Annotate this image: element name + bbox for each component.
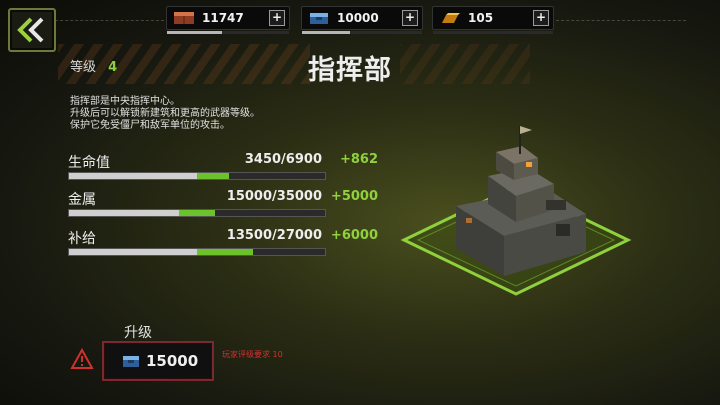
stat-gain: +6000 — [330, 228, 378, 243]
stat-metal: 金属 15000/35000 +5000 — [68, 189, 378, 217]
description-line: 升级后可以解锁新建筑和更高的武器等级。 — [70, 108, 260, 119]
resource-gold: 105 + — [432, 6, 554, 34]
level-label: 等级 — [70, 60, 97, 75]
building-level: 等级 4 — [70, 56, 117, 75]
stat-value: 3450/6900 — [244, 152, 322, 167]
add-resource-button[interactable]: + — [269, 10, 285, 26]
stat-name: 生命值 — [68, 155, 110, 171]
resource-bar — [302, 31, 422, 34]
back-button[interactable] — [8, 8, 56, 52]
resource-metal: 10000 + — [301, 6, 423, 34]
resource-value: 10000 — [337, 11, 379, 25]
upgrade-requirement: 玩家评级要求 10 — [222, 350, 283, 359]
stat-bar — [68, 248, 326, 256]
resource-bar — [433, 31, 553, 34]
resource-value: 105 — [468, 11, 494, 25]
stat-name: 金属 — [68, 192, 96, 208]
stat-bar — [68, 172, 326, 180]
stat-bar — [68, 209, 326, 217]
stat-gain: +5000 — [330, 189, 378, 204]
stat-name: 补给 — [68, 231, 96, 247]
warning-icon — [70, 348, 94, 369]
metal-crate-icon — [307, 10, 331, 26]
stat-value: 15000/35000 — [226, 189, 322, 204]
upgrade-label: 升级 — [124, 325, 152, 341]
add-resource-button[interactable]: + — [402, 10, 418, 26]
double-chevron-left-icon — [17, 17, 44, 43]
resource-brick: 11747 + — [166, 6, 290, 34]
level-number: 4 — [108, 60, 118, 75]
metal-crate-icon — [122, 354, 140, 368]
stat-supply: 补给 13500/27000 +6000 — [68, 228, 378, 256]
upgrade-button[interactable]: 15000 — [102, 341, 214, 381]
building-description: 指挥部是中央指挥中心。 升级后可以解锁新建筑和更高的武器等级。 保护它免受僵尸和… — [70, 96, 260, 132]
frame-line — [50, 20, 164, 21]
frame-line — [556, 20, 686, 21]
description-line: 指挥部是中央指挥中心。 — [70, 96, 180, 107]
upgrade-cost: 15000 — [146, 352, 199, 370]
stat-gain: +862 — [339, 152, 378, 167]
description-line: 保护它免受僵尸和敌军单位的攻击。 — [70, 120, 230, 131]
building-title: 指挥部 — [308, 55, 392, 86]
gold-bar-icon — [438, 10, 462, 26]
brick-icon — [172, 10, 196, 26]
command-center-building-image — [400, 126, 632, 296]
stat-value: 13500/27000 — [226, 228, 322, 243]
add-resource-button[interactable]: + — [533, 10, 549, 26]
resource-value: 11747 — [202, 11, 244, 25]
stat-health: 生命值 3450/6900 +862 — [68, 152, 378, 180]
resource-bar — [167, 31, 289, 34]
header-stripes — [400, 44, 530, 84]
